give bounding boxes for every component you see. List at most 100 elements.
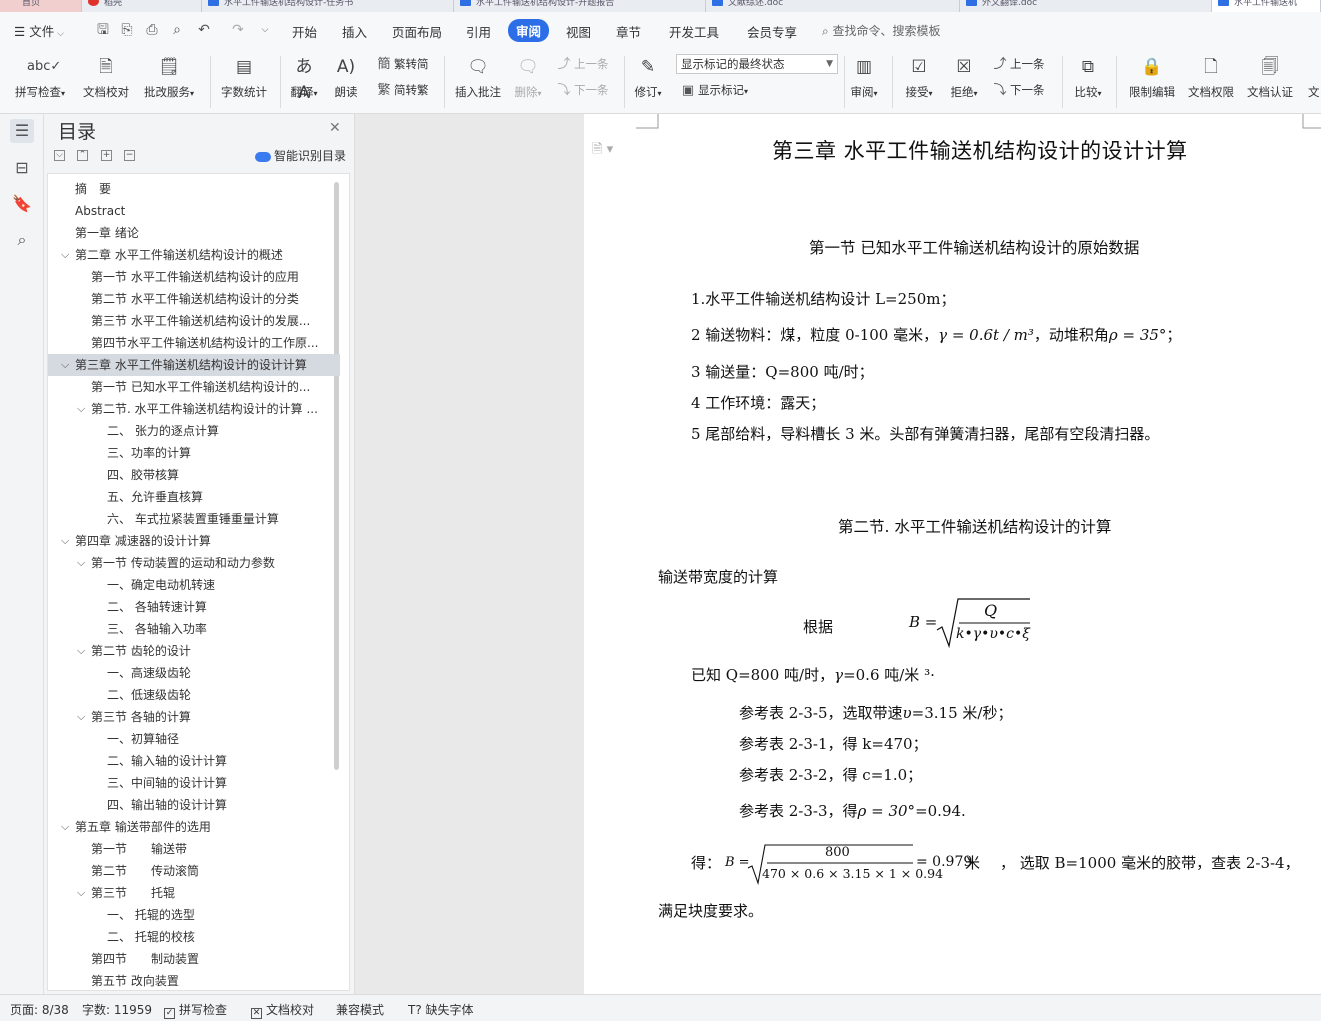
more-ribbon-button[interactable]: 文: [1302, 50, 1321, 114]
expand-chevron-icon[interactable]: ⌵: [61, 816, 69, 838]
toc-item[interactable]: ⌵ 第三节 各轴的计算: [48, 706, 340, 728]
next-change-button[interactable]: ⤵ 下一条: [992, 80, 1044, 100]
tab-page-layout[interactable]: 页面布局: [392, 22, 442, 41]
toc-item[interactable]: 一、初算轴径: [48, 728, 340, 750]
tab-proposal[interactable]: 水平工件输送机结构设计-开题报告: [454, 0, 706, 12]
tab-references[interactable]: 引用: [466, 22, 491, 41]
toc-panel-icon[interactable]: ☰: [10, 119, 34, 143]
quick-access-dropdown-icon[interactable]: ⌵: [256, 21, 274, 39]
tab-chapter[interactable]: 章节: [616, 22, 641, 41]
markup-mode-select[interactable]: 显示标记的最终状态 ▼: [676, 54, 838, 74]
chapter-nav-icon[interactable]: ⊟: [10, 156, 34, 180]
missing-font-status[interactable]: T? 缺失字体: [408, 1001, 474, 1018]
expand-chevron-icon[interactable]: ⌵: [77, 640, 85, 662]
toc-item[interactable]: 一、 托辊的选型: [48, 904, 340, 926]
toc-item[interactable]: 二、 托辊的校核: [48, 926, 340, 948]
command-search[interactable]: ⌕ 查找命令、搜索模板: [822, 22, 941, 39]
toc-item[interactable]: 二、输入轴的设计计算: [48, 750, 340, 772]
tab-docer[interactable]: 稻壳: [82, 0, 202, 12]
proofread-status[interactable]: ✕ 文档校对: [251, 1001, 314, 1019]
toc-item[interactable]: 第一节 水平工件输送机结构设计的应用: [48, 266, 340, 288]
toc-item[interactable]: ⌵ 第三章 水平工件输送机结构设计的设计计算: [48, 354, 340, 376]
toc-item[interactable]: 摘 要: [48, 178, 340, 200]
word-count-button[interactable]: ▤ 字数统计: [216, 50, 272, 114]
toc-item[interactable]: Abstract: [48, 200, 340, 222]
toc-item[interactable]: 第二节 水平工件输送机结构设计的分类: [48, 288, 340, 310]
expand-up-icon[interactable]: ⌃: [77, 150, 88, 161]
tab-view[interactable]: 视图: [566, 22, 591, 41]
toc-item[interactable]: ⌵ 第二节 齿轮的设计: [48, 640, 340, 662]
toc-item[interactable]: 二、 张力的逐点计算: [48, 420, 340, 442]
toc-item[interactable]: 第五节 改向装置: [48, 970, 340, 990]
toc-item[interactable]: 一、确定电动机转速: [48, 574, 340, 596]
toc-item[interactable]: 五、允许垂直核算: [48, 486, 340, 508]
tab-developer[interactable]: 开发工具: [669, 22, 719, 41]
tab-task-book[interactable]: 水平工件输送机结构设计-任务书: [202, 0, 454, 12]
prev-comment-button[interactable]: ⤴ 上一条: [556, 54, 608, 74]
document-certify-button[interactable]: 🗐 文档认证: [1242, 50, 1298, 114]
simplified-to-traditional-button[interactable]: 繁简转繁: [376, 80, 428, 100]
page-indicator[interactable]: 页面: 8/38: [10, 1001, 69, 1018]
tab-literature-review[interactable]: 文献综述.doc: [706, 0, 960, 12]
toc-item[interactable]: 二、 各轴转速计算: [48, 596, 340, 618]
review-pane-button[interactable]: ▥ 审阅▾: [846, 50, 882, 114]
toc-item[interactable]: 三、中间轴的设计计算: [48, 772, 340, 794]
paragraph-options-icon[interactable]: 🗎 ▾: [592, 140, 613, 162]
toc-item[interactable]: 第一节 已知水平工件输送机结构设计的...: [48, 376, 340, 398]
tab-home[interactable]: 首页: [0, 0, 82, 12]
expand-chevron-icon[interactable]: ⌵: [77, 398, 85, 420]
expand-chevron-icon[interactable]: ⌵: [77, 552, 85, 574]
tab-member[interactable]: 会员专享: [747, 22, 797, 41]
collapse-all-icon[interactable]: ⌵: [54, 150, 65, 161]
accept-button[interactable]: ☑ 接受▾: [900, 50, 938, 114]
expand-chevron-icon[interactable]: ⌵: [61, 244, 69, 266]
toc-item[interactable]: 二、低速级齿轮: [48, 684, 340, 706]
expand-chevron-icon[interactable]: ⌵: [61, 354, 69, 376]
toc-item[interactable]: 第一节 输送带: [48, 838, 340, 860]
file-menu[interactable]: ☰ 文件 ⌵: [14, 21, 64, 40]
bookmark-icon[interactable]: 🔖: [10, 192, 34, 216]
spell-check-button[interactable]: abc✓ 拼写检查▾: [8, 50, 72, 114]
toc-item[interactable]: 第二节 传动滚筒: [48, 860, 340, 882]
prev-change-button[interactable]: ⤴ 上一条: [992, 54, 1044, 74]
save-icon[interactable]: 🖫: [94, 21, 112, 39]
spell-check-status[interactable]: ✓ 拼写检查: [164, 1001, 227, 1019]
print-icon[interactable]: ⎙: [143, 21, 161, 39]
toc-item[interactable]: 三、功率的计算: [48, 442, 340, 464]
redo-icon[interactable]: ↷: [229, 21, 247, 39]
toc-item[interactable]: ⌵ 第二节. 水平工件输送机结构设计的计算 ...: [48, 398, 340, 420]
expand-chevron-icon[interactable]: ⌵: [77, 882, 85, 904]
proofread-button[interactable]: 🗎 文档校对: [78, 50, 134, 114]
smart-toc-button[interactable]: 智能识别目录: [255, 147, 346, 164]
toc-item[interactable]: 第三节 水平工件输送机结构设计的发展...: [48, 310, 340, 332]
read-aloud-button[interactable]: A) 朗读: [326, 50, 366, 114]
toc-item[interactable]: 第一章 绪论: [48, 222, 340, 244]
add-heading-icon[interactable]: +: [101, 150, 112, 161]
compare-button[interactable]: ⧉ 比较▾: [1068, 50, 1108, 114]
print-preview-icon[interactable]: ⌕: [168, 21, 186, 39]
toc-item[interactable]: 四、输出轴的设计计算: [48, 794, 340, 816]
tab-review[interactable]: 审阅: [508, 19, 550, 42]
toc-item[interactable]: 第四节水平工件输送机结构设计的工作原...: [48, 332, 340, 354]
toc-item[interactable]: ⌵ 第二章 水平工件输送机结构设计的概述: [48, 244, 340, 266]
toc-item[interactable]: 第四节 制动装置: [48, 948, 340, 970]
insert-comment-button[interactable]: 🗨 插入批注: [450, 50, 506, 114]
tab-translation[interactable]: 外文翻译.doc: [960, 0, 1212, 12]
toc-item[interactable]: ⌵ 第三节 托辊: [48, 882, 340, 904]
find-icon[interactable]: ⌕: [10, 228, 34, 252]
tab-current-doc[interactable]: 水平工件输送机: [1212, 0, 1321, 12]
toc-item[interactable]: 一、高速级齿轮: [48, 662, 340, 684]
expand-chevron-icon[interactable]: ⌵: [61, 530, 69, 552]
toc-item[interactable]: ⌵ 第一节 传动装置的运动和动力参数: [48, 552, 340, 574]
reject-button[interactable]: ☒ 拒绝▾: [944, 50, 984, 114]
toc-item[interactable]: 六、 车式拉紧装置重锤重量计算: [48, 508, 340, 530]
document-permission-button[interactable]: 🗋 文档权限: [1184, 50, 1238, 114]
undo-icon[interactable]: ↶: [195, 21, 213, 39]
export-pdf-icon[interactable]: ⎘: [118, 21, 136, 39]
remove-heading-icon[interactable]: −: [124, 150, 135, 161]
expand-chevron-icon[interactable]: ⌵: [77, 706, 85, 728]
toc-item[interactable]: ⌵ 第四章 减速器的设计计算: [48, 530, 340, 552]
review-service-button[interactable]: 🗒 批改服务▾: [138, 50, 200, 114]
traditional-to-simplified-button[interactable]: 簡繁转简: [376, 54, 428, 74]
tab-insert[interactable]: 插入: [342, 22, 367, 41]
